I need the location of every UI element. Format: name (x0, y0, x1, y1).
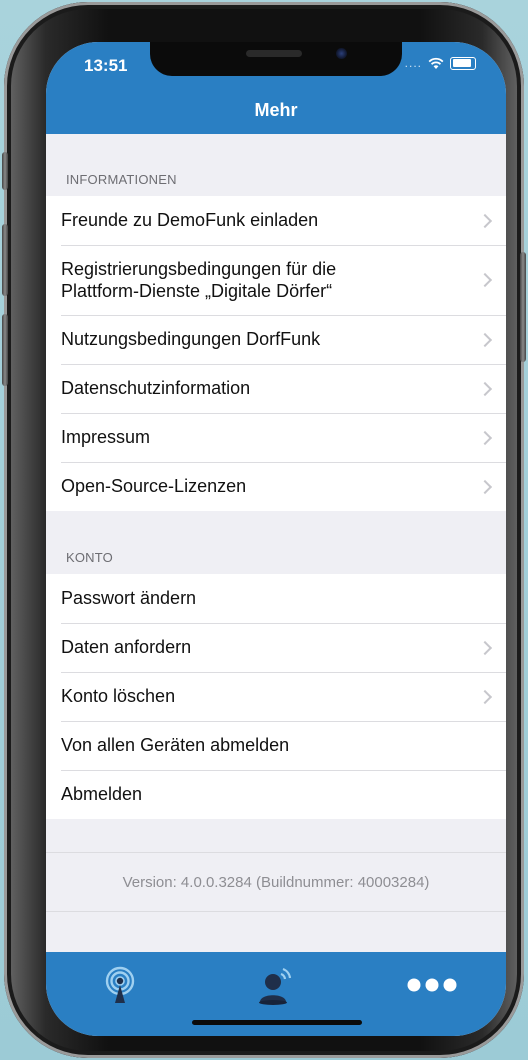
screen: 13:51 .... Mehr INFORMATIONEN Freunde zu… (46, 42, 506, 1036)
wifi-icon (428, 57, 444, 69)
chevron-right-icon (477, 332, 493, 347)
power-button (520, 252, 526, 362)
menu-item-label: Freunde zu DemoFunk einladen (61, 210, 319, 230)
menu-item-label: Registrierungsbedingungen für die Plattf… (61, 259, 337, 301)
section-header-informationen: INFORMATIONEN (66, 172, 177, 187)
chevron-right-icon (477, 430, 493, 445)
menu-item-request-data[interactable]: Daten anfordern (46, 623, 506, 672)
tab-more[interactable] (402, 962, 462, 1008)
menu-item-open-source-licenses[interactable]: Open-Source-Lizenzen (46, 462, 506, 511)
chevron-right-icon (477, 640, 493, 655)
tab-broadcast[interactable] (90, 962, 150, 1008)
volume-up-button (2, 224, 8, 296)
menu-item-logout[interactable]: Abmelden (46, 770, 506, 819)
status-time: 13:51 (84, 56, 128, 75)
menu-item-label: Konto löschen (61, 686, 176, 706)
chevron-right-icon (477, 381, 493, 396)
group-informationen: Freunde zu DemoFunk einladen Registrieru… (46, 196, 506, 511)
speaker (246, 50, 302, 57)
more-dots-icon (407, 978, 457, 992)
home-indicator (192, 1020, 362, 1025)
broadcast-icon (105, 966, 135, 1003)
menu-item-registration-terms[interactable]: Registrierungsbedingungen für die Plattf… (46, 245, 506, 315)
section-header-konto: KONTO (66, 550, 113, 565)
menu-item-label: Passwort ändern (61, 588, 197, 608)
volume-down-button (2, 314, 8, 386)
settings-list: INFORMATIONEN Freunde zu DemoFunk einlad… (46, 134, 506, 819)
notch (150, 42, 402, 76)
phone-frame: 13:51 .... Mehr INFORMATIONEN Freunde zu… (2, 2, 526, 1058)
chevron-right-icon (477, 689, 493, 704)
menu-item-label: Daten anfordern (61, 637, 192, 657)
group-konto: Passwort ändern Daten anfordern Konto lö… (46, 574, 506, 819)
version-info: Version: 4.0.0.3284 (Buildnummer: 400032… (46, 852, 506, 912)
battery-icon (450, 56, 476, 70)
menu-item-logout-all-devices[interactable]: Von allen Geräten abmelden (46, 721, 506, 770)
page-title: Mehr (254, 100, 298, 120)
menu-item-label: Von allen Geräten abmelden (61, 735, 290, 755)
menu-item-label: Nutzungsbedingungen DorfFunk (61, 329, 321, 349)
menu-item-label: Impressum (61, 427, 151, 447)
status-icons: .... (405, 56, 476, 70)
menu-item-terms-of-use[interactable]: Nutzungsbedingungen DorfFunk (46, 315, 506, 364)
person-speaking-icon (259, 967, 292, 1005)
menu-item-privacy[interactable]: Datenschutzinformation (46, 364, 506, 413)
menu-item-change-password[interactable]: Passwort ändern (46, 574, 506, 623)
menu-item-label: Datenschutzinformation (61, 378, 251, 398)
side-button (2, 152, 8, 190)
menu-item-invite-friends[interactable]: Freunde zu DemoFunk einladen (46, 196, 506, 245)
nav-header: 13:51 .... Mehr (46, 42, 506, 134)
chevron-right-icon (477, 479, 493, 494)
chevron-right-icon (477, 213, 493, 228)
menu-item-delete-account[interactable]: Konto löschen (46, 672, 506, 721)
menu-item-label: Open-Source-Lizenzen (61, 476, 247, 496)
chevron-right-icon (477, 272, 493, 288)
tab-person-speaking[interactable] (246, 962, 306, 1008)
signal-dots: .... (404, 56, 422, 70)
menu-item-imprint[interactable]: Impressum (46, 413, 506, 462)
menu-item-label: Abmelden (61, 784, 143, 804)
front-camera (336, 48, 347, 59)
